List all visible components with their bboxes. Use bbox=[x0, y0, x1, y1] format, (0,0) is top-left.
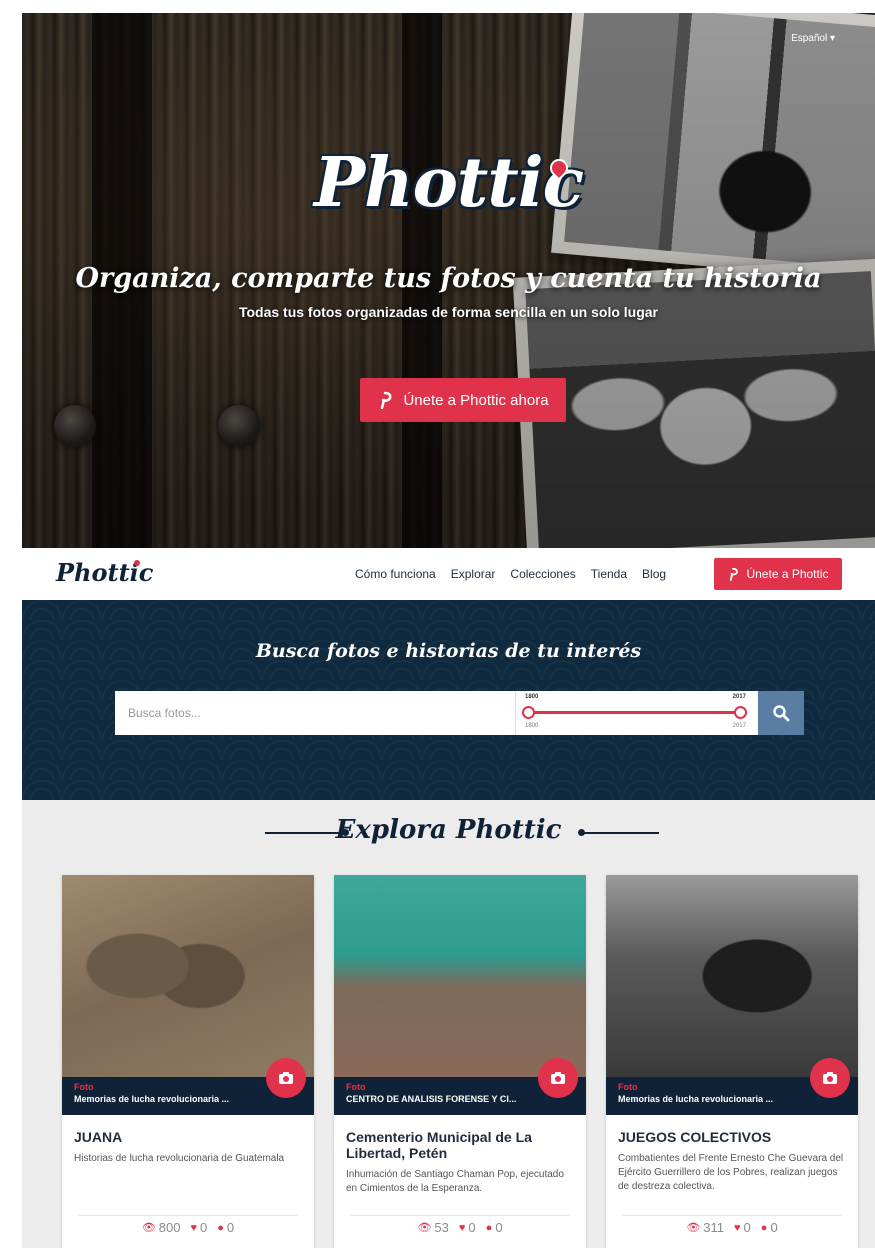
join-button[interactable]: Únete a Phottic bbox=[714, 558, 842, 590]
title-divider-right bbox=[582, 832, 659, 834]
comment-icon[interactable]: ● bbox=[761, 1222, 768, 1234]
hero-section: Español ▾ Phottic Organiza, comparte tus… bbox=[22, 13, 875, 548]
nav-link-explorar[interactable]: Explorar bbox=[451, 567, 496, 581]
camera-icon[interactable] bbox=[266, 1058, 306, 1098]
nav-logo[interactable]: Phottic bbox=[56, 558, 153, 587]
search-icon bbox=[773, 705, 790, 722]
views-count: 800 bbox=[158, 1220, 181, 1235]
nav-link-blog[interactable]: Blog bbox=[642, 567, 666, 581]
nav-link-como-funciona[interactable]: Cómo funciona bbox=[355, 567, 436, 581]
card-title[interactable]: JUEGOS COLECTIVOS bbox=[618, 1129, 846, 1145]
search-title: Busca fotos e historias de tu interés bbox=[255, 640, 642, 662]
main-navbar: Phottic Cómo funciona Explorar Coleccion… bbox=[22, 548, 875, 600]
card-divider bbox=[78, 1215, 298, 1216]
likes-count: 0 bbox=[468, 1220, 476, 1235]
card-divider bbox=[350, 1215, 570, 1216]
search-section: Busca fotos e historias de tu interés 18… bbox=[22, 600, 875, 800]
camera-icon[interactable] bbox=[810, 1058, 850, 1098]
card-title[interactable]: JUANA bbox=[74, 1129, 302, 1145]
card-stats: 👁 800 ♥ 0 ● 0 bbox=[62, 1220, 314, 1235]
views-count: 311 bbox=[703, 1220, 725, 1235]
card-collection[interactable]: CENTRO DE ANALISIS FORENSE Y CI... bbox=[346, 1094, 574, 1104]
views-count: 53 bbox=[434, 1220, 449, 1235]
eye-icon: 👁 bbox=[141, 1222, 156, 1234]
card-description: Historias de lucha revolucionaria de Gua… bbox=[74, 1153, 285, 1164]
likes-count: 0 bbox=[200, 1220, 208, 1235]
eye-icon: 👁 bbox=[686, 1222, 701, 1234]
card-stats: 👁 311 ♥ 0 ● 0 bbox=[606, 1220, 858, 1235]
join-now-button[interactable]: Únete a Phottic ahora bbox=[360, 378, 566, 422]
comment-icon[interactable]: ● bbox=[217, 1222, 224, 1234]
heart-icon[interactable]: ♥ bbox=[191, 1222, 198, 1234]
phottic-p-icon bbox=[730, 567, 739, 581]
range-handle-max[interactable] bbox=[734, 706, 747, 719]
hero-subtitle: Todas tus fotos organizadas de forma sen… bbox=[238, 304, 659, 320]
hero-tagline: Organiza, comparte tus fotos y cuenta tu… bbox=[75, 263, 822, 294]
card-collection[interactable]: Memorias de lucha revolucionaria ... bbox=[618, 1094, 846, 1104]
comments-count: 0 bbox=[226, 1220, 235, 1235]
card-title[interactable]: Cementerio Municipal de La Libertad, Pet… bbox=[346, 1129, 574, 1161]
hero-logo: Phottic bbox=[314, 143, 584, 223]
camera-icon[interactable] bbox=[538, 1058, 578, 1098]
range-min-label: 1800 bbox=[525, 723, 539, 729]
range-to-label: 2017 bbox=[732, 694, 746, 700]
heart-icon[interactable]: ♥ bbox=[734, 1222, 741, 1234]
phottic-p-icon bbox=[381, 391, 392, 409]
range-from-label: 1800 bbox=[525, 694, 539, 700]
card-photo[interactable] bbox=[334, 875, 586, 1077]
nav-links: Cómo funciona Explorar Colecciones Tiend… bbox=[355, 567, 666, 581]
comments-count: 0 bbox=[770, 1220, 778, 1235]
card-collection[interactable]: Memorias de lucha revolucionaria ... bbox=[74, 1094, 302, 1104]
comment-icon[interactable]: ● bbox=[486, 1222, 493, 1234]
photo-card[interactable]: Foto Memorias de lucha revolucionaria ..… bbox=[606, 875, 858, 1248]
card-description: Inhumación de Santiago Chaman Pop, ejecu… bbox=[346, 1169, 564, 1194]
nav-link-colecciones[interactable]: Colecciones bbox=[510, 567, 575, 581]
language-selector[interactable]: Español ▾ bbox=[791, 33, 835, 44]
nav-link-tienda[interactable]: Tienda bbox=[591, 567, 627, 581]
card-divider bbox=[622, 1215, 842, 1216]
range-track[interactable] bbox=[525, 711, 743, 714]
eye-icon: 👁 bbox=[417, 1222, 432, 1234]
likes-count: 0 bbox=[743, 1220, 751, 1235]
range-max-label: 2017 bbox=[732, 723, 746, 729]
card-stats: 👁 53 ♥ 0 ● 0 bbox=[334, 1220, 586, 1235]
card-photo[interactable] bbox=[606, 875, 858, 1077]
photo-card[interactable]: Foto Memorias de lucha revolucionaria ..… bbox=[62, 875, 314, 1248]
photo-card[interactable]: Foto CENTRO DE ANALISIS FORENSE Y CI... … bbox=[334, 875, 586, 1248]
range-handle-min[interactable] bbox=[522, 706, 535, 719]
search-button[interactable] bbox=[758, 691, 804, 735]
card-photo[interactable] bbox=[62, 875, 314, 1077]
comments-count: 0 bbox=[495, 1220, 503, 1235]
search-input[interactable] bbox=[115, 691, 515, 735]
heart-icon[interactable]: ♥ bbox=[459, 1222, 466, 1234]
card-description: Combatientes del Frente Ernesto Che Guev… bbox=[618, 1153, 844, 1192]
explore-title: Explora Phottic bbox=[335, 815, 562, 845]
year-range-slider[interactable]: 1800 2017 1800 2017 bbox=[515, 691, 758, 735]
